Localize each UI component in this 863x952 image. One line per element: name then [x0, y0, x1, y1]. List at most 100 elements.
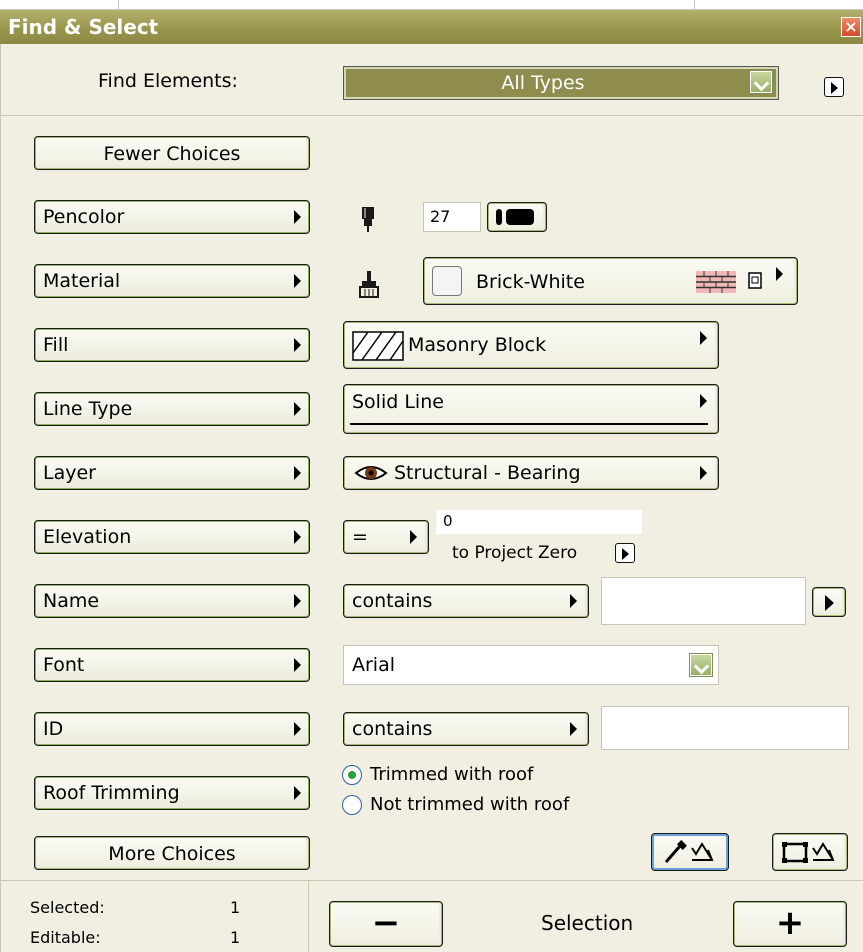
- fill-criterion-button[interactable]: Fill: [34, 328, 310, 362]
- elevation-label: Elevation: [43, 526, 132, 548]
- arrow-right-icon: [700, 331, 707, 345]
- elevation-criterion-button[interactable]: Elevation: [34, 520, 310, 554]
- name-criterion-button[interactable]: Name: [34, 584, 310, 618]
- layer-value: Structural - Bearing: [394, 462, 581, 484]
- elevation-operator-button[interactable]: =: [343, 520, 429, 554]
- divider: [694, 0, 695, 10]
- fill-value: Masonry Block: [408, 334, 547, 356]
- find-elements-label: Find Elements:: [98, 70, 238, 92]
- roof-trimming-criterion-button[interactable]: Roof Trimming: [34, 776, 310, 810]
- not-trimmed-with-roof-label: Not trimmed with roof: [370, 794, 570, 815]
- fill-picker[interactable]: Masonry Block: [343, 321, 719, 369]
- hatch-pattern-icon: [352, 331, 404, 361]
- fewer-choices-button[interactable]: Fewer Choices: [34, 136, 310, 170]
- id-input[interactable]: [601, 706, 849, 750]
- material-label: Material: [43, 270, 121, 292]
- editable-label: Editable:: [30, 928, 101, 947]
- font-criterion-button[interactable]: Font: [34, 648, 310, 682]
- arrow-right-icon: [700, 466, 707, 480]
- pencolor-label: Pencolor: [43, 206, 125, 228]
- arrow-right-icon: [294, 466, 301, 480]
- close-icon[interactable]: ×: [841, 17, 861, 37]
- marquee-icon: [781, 840, 841, 866]
- layer-picker[interactable]: Structural - Bearing: [343, 456, 719, 490]
- linetype-picker[interactable]: Solid Line: [343, 384, 719, 434]
- arrow-right-icon: [294, 722, 301, 736]
- arrow-right-icon: [700, 394, 707, 408]
- selected-count: 1: [230, 898, 241, 917]
- arrow-right-icon: [294, 658, 301, 672]
- remove-from-selection-button[interactable]: −: [329, 901, 443, 947]
- material-picker[interactable]: Brick-White: [423, 257, 798, 305]
- font-value: Arial: [352, 654, 396, 676]
- find-elements-value: All Types: [501, 72, 585, 94]
- pen-swatch-icon: [506, 209, 534, 225]
- divider: [118, 0, 119, 10]
- trimmed-with-roof-label: Trimmed with roof: [370, 764, 534, 785]
- pencolor-criterion-button[interactable]: Pencolor: [34, 200, 310, 234]
- elevation-reference-label: to Project Zero: [452, 543, 578, 563]
- arrow-right-icon: [410, 530, 417, 544]
- id-label: ID: [43, 718, 64, 740]
- arrow-right-icon: [294, 210, 301, 224]
- find-options-button[interactable]: [824, 77, 844, 97]
- pick-parameters-button[interactable]: [651, 833, 729, 871]
- divider: [308, 881, 309, 952]
- arrow-right-icon: [294, 594, 301, 608]
- elevation-input[interactable]: 0: [436, 510, 642, 534]
- material-value: Brick-White: [476, 271, 585, 293]
- font-dropdown[interactable]: Arial: [343, 645, 719, 685]
- name-operator-button[interactable]: contains: [343, 584, 589, 618]
- arrow-right-icon: [825, 595, 834, 611]
- arrow-right-icon: [294, 786, 301, 800]
- divider: [0, 880, 863, 881]
- arrow-right-icon: [294, 274, 301, 288]
- not-trimmed-with-roof-radio[interactable]: [342, 795, 362, 815]
- name-input[interactable]: [601, 577, 806, 625]
- brick-pattern-icon: [696, 271, 736, 293]
- add-to-selection-button[interactable]: +: [733, 901, 847, 947]
- id-operator-button[interactable]: contains: [343, 712, 589, 746]
- id-criterion-button[interactable]: ID: [34, 712, 310, 746]
- line-sample: [350, 423, 708, 425]
- selection-label: Selection: [541, 911, 634, 935]
- arrow-right-icon: [294, 530, 301, 544]
- window-title: Find & Select: [0, 10, 863, 44]
- name-label: Name: [43, 590, 100, 612]
- id-operator: contains: [352, 718, 433, 740]
- chevron-down-icon[interactable]: [690, 654, 712, 676]
- arrow-right-icon: [570, 722, 577, 736]
- find-elements-dropdown[interactable]: All Types: [343, 66, 779, 100]
- trimmed-with-roof-radio[interactable]: [342, 765, 362, 785]
- material-criterion-button[interactable]: Material: [34, 264, 310, 298]
- linetype-criterion-button[interactable]: Line Type: [34, 392, 310, 426]
- pencolor-input[interactable]: 27: [423, 202, 481, 232]
- font-label: Font: [43, 654, 85, 676]
- layer-criterion-button[interactable]: Layer: [34, 456, 310, 490]
- name-options-button[interactable]: [812, 587, 846, 617]
- selected-label: Selected:: [30, 898, 105, 917]
- background-strip: [0, 0, 863, 10]
- arrow-right-icon: [294, 402, 301, 416]
- pen-line-icon: [496, 209, 502, 225]
- linetype-value: Solid Line: [352, 391, 444, 413]
- elevation-operator: =: [352, 526, 368, 548]
- material-settings-icon[interactable]: [748, 272, 764, 290]
- pick-marquee-button[interactable]: [772, 833, 848, 871]
- layer-label: Layer: [43, 462, 96, 484]
- divider: [0, 115, 863, 116]
- more-choices-button[interactable]: More Choices: [34, 836, 310, 870]
- fill-label: Fill: [43, 334, 69, 356]
- elevation-reference-button[interactable]: [615, 543, 635, 563]
- arrow-right-icon: [570, 594, 577, 608]
- chevron-down-icon[interactable]: [750, 71, 772, 93]
- material-swatch: [432, 266, 462, 296]
- arrow-right-icon: [776, 267, 783, 281]
- find-select-panel: [0, 44, 863, 952]
- eyedropper-icon: [662, 840, 720, 866]
- arrow-right-icon: [294, 338, 301, 352]
- pen-icon: [360, 205, 376, 233]
- pen-weight-button[interactable]: [487, 202, 547, 232]
- editable-count: 1: [230, 928, 241, 947]
- linetype-label: Line Type: [43, 398, 133, 420]
